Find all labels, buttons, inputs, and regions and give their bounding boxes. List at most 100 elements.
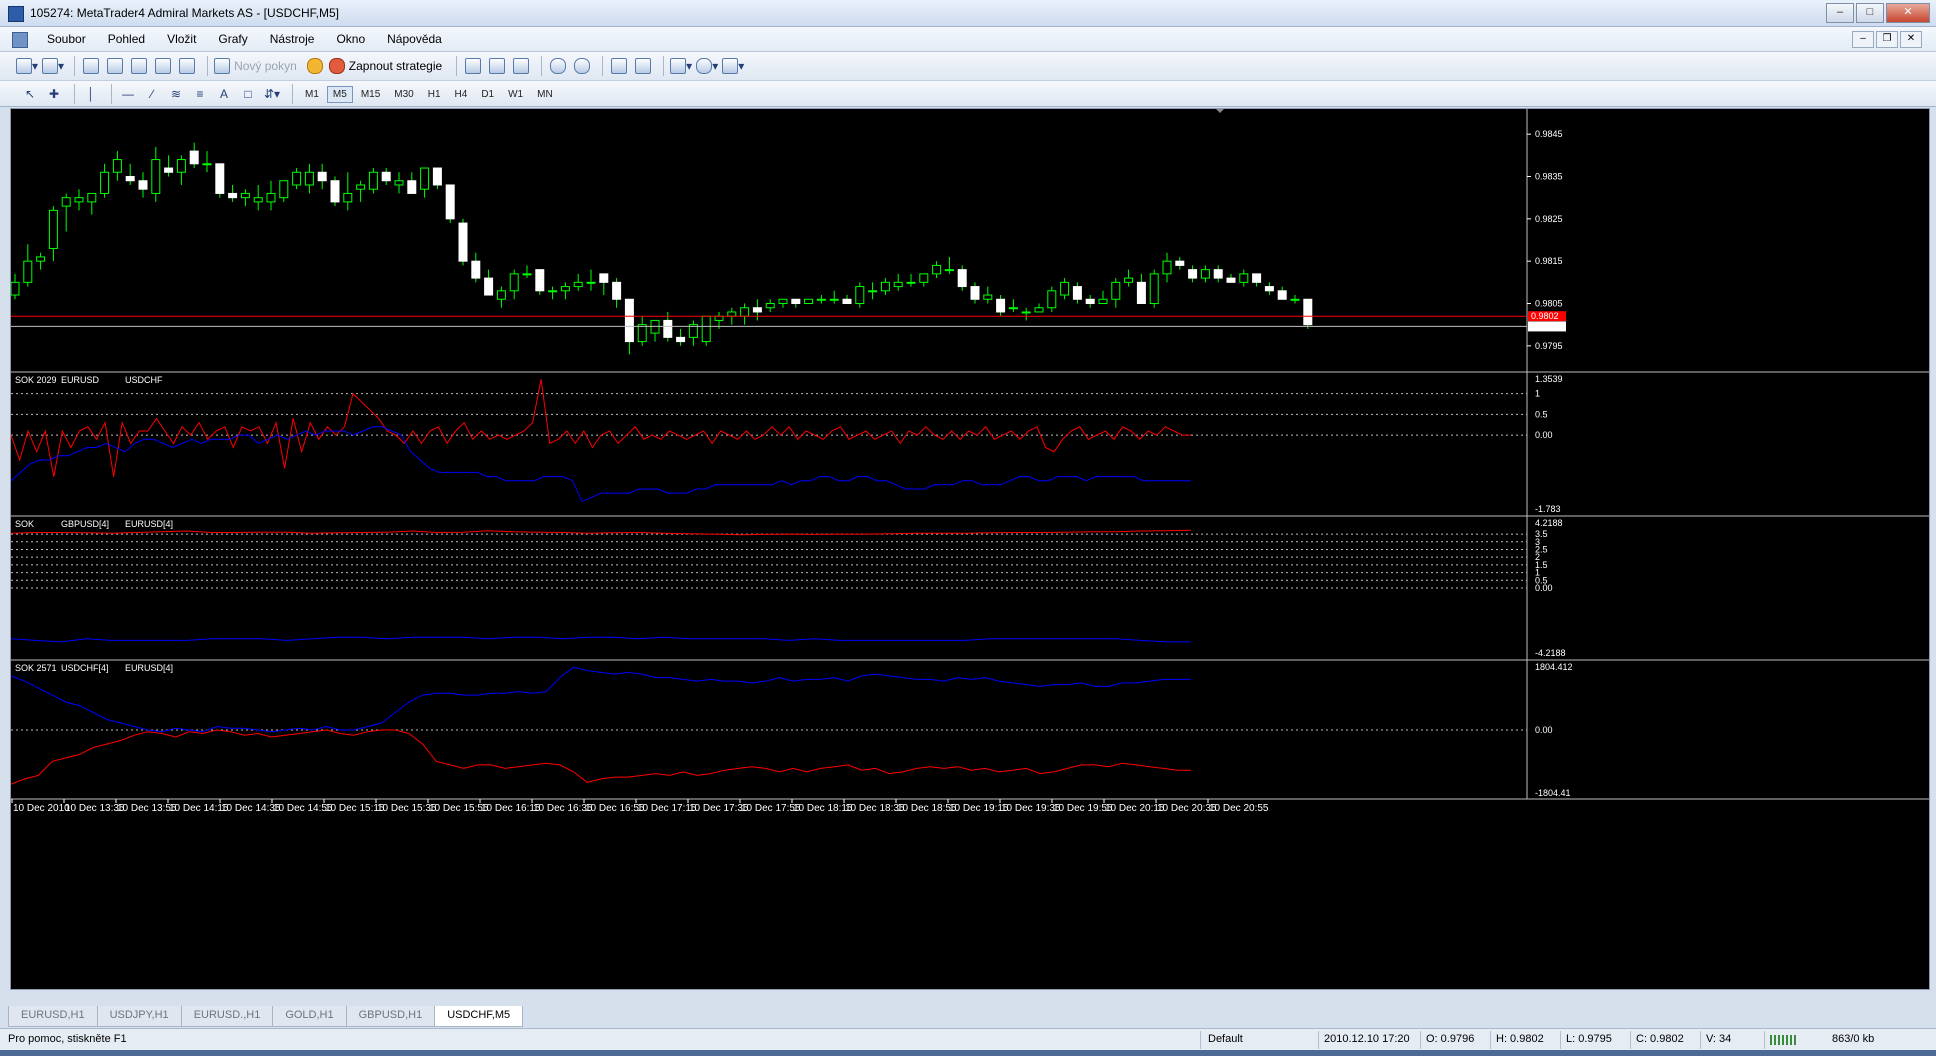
candle-body xyxy=(1021,311,1031,314)
menu-view[interactable]: Pohled xyxy=(97,32,156,46)
indicator-series-line xyxy=(11,666,1191,733)
zoom-out-icon[interactable] xyxy=(572,56,592,76)
candle-body xyxy=(548,290,558,293)
status-low: L: 0.9795 xyxy=(1566,1033,1612,1045)
chart-canvas[interactable]: 0.9845 0.9835 0.9825 0.9815 0.9805 0.9795 0.98… xyxy=(11,109,1929,989)
candle-body xyxy=(394,180,404,186)
candle-body xyxy=(970,286,980,300)
indicator-name: SOK 2571 xyxy=(15,663,57,673)
chart-document-icon[interactable] xyxy=(12,32,28,48)
tab-usdjpy-h1[interactable]: USDJPY,H1 xyxy=(96,1006,182,1027)
menu-file[interactable]: Soubor xyxy=(36,32,97,46)
crosshair-icon[interactable]: ✚ xyxy=(44,84,64,104)
candle-body xyxy=(791,298,801,304)
status-help: Pro pomoc, stiskněte F1 xyxy=(8,1033,127,1045)
data-window-icon[interactable] xyxy=(105,56,125,76)
text-label-icon[interactable]: □ xyxy=(238,84,258,104)
candle-body xyxy=(420,167,430,190)
mdi-close-icon[interactable]: ✕ xyxy=(1900,31,1922,48)
new-chart-icon[interactable]: ▾ xyxy=(16,56,38,76)
tab-gbpusd-h1[interactable]: GBPUSD,H1 xyxy=(345,1006,436,1027)
time-axis-label: 10 Dec 20:15 xyxy=(1105,803,1165,814)
chart-window[interactable]: 0.9845 0.9835 0.9825 0.9815 0.9805 0.9795 0.98… xyxy=(10,108,1930,990)
candle-body xyxy=(304,171,314,186)
price-axis-label: 0.9815 xyxy=(1535,256,1563,266)
mdi-restore-icon[interactable]: ❐ xyxy=(1876,31,1898,48)
timeframe-d1[interactable]: D1 xyxy=(475,86,500,103)
candle-body xyxy=(714,315,724,321)
metaeditor-icon[interactable] xyxy=(305,56,325,76)
candle-body xyxy=(496,290,506,300)
menu-tools[interactable]: Nástroje xyxy=(259,32,326,46)
chart-shift-icon[interactable] xyxy=(633,56,653,76)
minimize-icon[interactable]: – xyxy=(1826,3,1854,23)
arrows-icon[interactable]: ⇵▾ xyxy=(262,84,282,104)
indicator-series-label: USDCHF[4] xyxy=(61,663,109,673)
candle-body xyxy=(292,171,302,186)
metatrader-app-icon xyxy=(8,6,24,22)
cursor-icon[interactable]: ↖ xyxy=(20,84,40,104)
terminal-icon[interactable] xyxy=(153,56,173,76)
candle-body xyxy=(932,264,942,275)
tab-gold-h1[interactable]: GOLD,H1 xyxy=(272,1006,347,1027)
timeframe-h1[interactable]: H1 xyxy=(422,86,447,103)
timeframe-m5[interactable]: M5 xyxy=(326,85,353,103)
tab-eurusd-h1[interactable]: EURUSD,H1 xyxy=(8,1006,98,1027)
profiles-icon[interactable]: ▾ xyxy=(42,56,64,76)
maximize-icon[interactable]: □ xyxy=(1856,3,1884,23)
close-icon[interactable]: ✕ xyxy=(1886,3,1930,23)
timeframe-h4[interactable]: H4 xyxy=(449,86,474,103)
vertical-line-icon[interactable]: │ xyxy=(81,84,101,104)
menu-help[interactable]: Nápověda xyxy=(376,32,453,46)
expert-advisors-button[interactable]: Zapnout strategie xyxy=(328,56,446,76)
fibonacci-icon[interactable]: ≡ xyxy=(190,84,210,104)
tab-usdchf-m5[interactable]: USDCHF,M5 xyxy=(434,1006,524,1027)
timeframe-m1[interactable]: M1 xyxy=(299,86,325,103)
periods-icon[interactable]: ▾ xyxy=(696,56,718,76)
indicator-series-label: EURUSD[4] xyxy=(125,663,173,673)
candle-body xyxy=(1252,273,1262,283)
menu-window[interactable]: Okno xyxy=(325,32,376,46)
line-chart-icon[interactable] xyxy=(511,56,531,76)
time-axis-label: 10 Dec 17:35 xyxy=(689,803,749,814)
candle-body xyxy=(1124,277,1134,283)
timeframe-m30[interactable]: M30 xyxy=(388,86,419,103)
mdi-minimize-icon[interactable]: – xyxy=(1852,31,1874,48)
bar-chart-icon[interactable] xyxy=(463,56,483,76)
templates-icon[interactable]: ▾ xyxy=(722,56,744,76)
horizontal-line-icon[interactable]: — xyxy=(118,84,138,104)
time-axis-label: 10 Dec 18:55 xyxy=(897,803,957,814)
trendline-icon[interactable]: ∕ xyxy=(142,84,162,104)
text-icon[interactable]: A xyxy=(214,84,234,104)
strategy-tester-icon[interactable] xyxy=(177,56,197,76)
zoom-in-icon[interactable] xyxy=(548,56,568,76)
candle-body xyxy=(560,286,570,292)
indicators-icon[interactable]: ▾ xyxy=(670,56,692,76)
candle-body xyxy=(1098,298,1108,304)
window-title: 105274: MetaTrader4 Admiral Markets AS -… xyxy=(30,6,339,20)
candlesticks-icon[interactable] xyxy=(487,56,507,76)
menu-bar: Soubor Pohled Vložit Grafy Nástroje Okno… xyxy=(0,27,1936,52)
auto-scroll-icon[interactable] xyxy=(609,56,629,76)
tab-eurusd-dot-h1[interactable]: EURUSD.,H1 xyxy=(180,1006,274,1027)
timeframe-m15[interactable]: M15 xyxy=(355,86,386,103)
candle-body xyxy=(1290,298,1300,301)
equidistant-channel-icon[interactable]: ≋ xyxy=(166,84,186,104)
candle-body xyxy=(535,269,545,292)
menu-charts[interactable]: Grafy xyxy=(207,32,258,46)
indicator-name: SOK xyxy=(15,519,34,529)
timeframe-w1[interactable]: W1 xyxy=(502,86,529,103)
timeframe-mn[interactable]: MN xyxy=(531,86,559,103)
candle-body xyxy=(343,192,353,203)
candle-body xyxy=(138,180,148,190)
market-watch-icon[interactable] xyxy=(81,56,101,76)
menu-insert[interactable]: Vložit xyxy=(156,32,207,46)
indicator-axis-label: 1.3539 xyxy=(1535,374,1563,384)
candle-body xyxy=(87,192,97,203)
standard-toolbar: ▾ ▾ Nový pokyn Zapnout strategie ▾ ▾ ▾ xyxy=(0,52,1936,81)
candle-body xyxy=(663,319,673,338)
new-order-icon xyxy=(214,58,231,74)
candle-body xyxy=(458,222,468,262)
new-order-button[interactable]: Nový pokyn xyxy=(214,56,301,76)
navigator-icon[interactable] xyxy=(129,56,149,76)
